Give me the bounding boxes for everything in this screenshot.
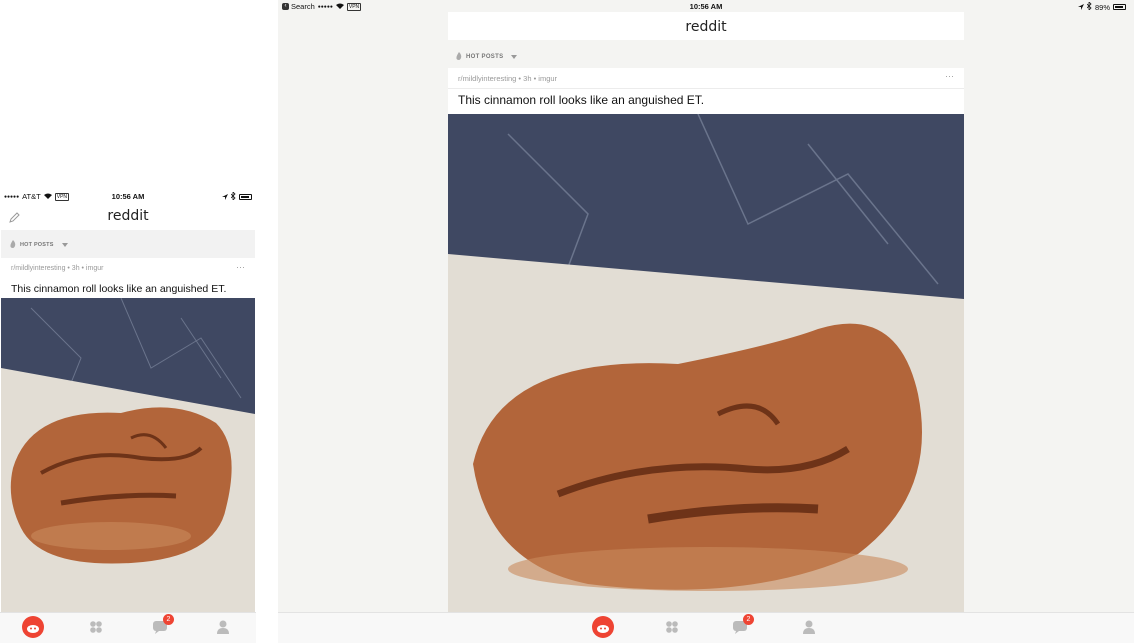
tab-inbox[interactable]: 2 bbox=[148, 614, 174, 639]
profile-icon bbox=[217, 620, 229, 639]
tab-communities[interactable] bbox=[84, 619, 108, 639]
tab-bar: 2 bbox=[0, 612, 256, 643]
sort-label: HOT POSTS bbox=[466, 54, 504, 60]
tab-inbox[interactable]: 2 bbox=[728, 614, 754, 639]
post-meta: r/mildlyinteresting • 3h • imgur ··· bbox=[0, 261, 256, 277]
inbox-badge: 2 bbox=[163, 614, 174, 625]
reddit-alien-icon bbox=[592, 615, 614, 643]
sort-selector[interactable]: HOT POSTS bbox=[1, 230, 255, 258]
nav-bar: reddit bbox=[448, 12, 964, 40]
flame-icon bbox=[10, 240, 16, 250]
tab-home[interactable] bbox=[591, 615, 615, 639]
more-options-icon[interactable]: ··· bbox=[236, 262, 245, 272]
divider bbox=[448, 88, 964, 89]
status-time: 10:56 AM bbox=[111, 192, 145, 201]
bluetooth-icon bbox=[230, 191, 236, 202]
nav-bar: reddit bbox=[0, 204, 256, 230]
post-title[interactable]: This cinnamon roll looks like an anguish… bbox=[458, 93, 704, 107]
post-card: r/mildlyinteresting • 3h • imgur ··· Thi… bbox=[448, 68, 964, 114]
battery-icon bbox=[1113, 4, 1126, 10]
battery-icon bbox=[239, 194, 252, 200]
tab-profile[interactable] bbox=[211, 619, 235, 639]
tab-home[interactable] bbox=[21, 615, 45, 639]
communities-icon bbox=[665, 620, 679, 639]
communities-icon bbox=[89, 620, 103, 639]
app-title: reddit bbox=[685, 19, 727, 35]
app-title: reddit bbox=[107, 208, 149, 224]
tab-bar: 2 bbox=[278, 612, 1134, 643]
chevron-down-icon bbox=[511, 55, 518, 59]
sort-selector[interactable]: HOT POSTS bbox=[448, 44, 964, 66]
reddit-alien-icon bbox=[22, 615, 44, 643]
profile-icon bbox=[803, 620, 815, 639]
tab-profile[interactable] bbox=[797, 619, 821, 639]
inbox-badge: 2 bbox=[743, 614, 754, 625]
location-icon bbox=[1077, 3, 1084, 12]
phone-screenshot: ●●●●● AT&T VPN 10:56 AM reddit HOT POSTS… bbox=[0, 190, 256, 643]
status-bar: ●●●●● AT&T VPN 10:56 AM bbox=[0, 190, 256, 204]
location-icon bbox=[222, 193, 228, 202]
sort-label: HOT POSTS bbox=[20, 242, 54, 248]
post-image[interactable] bbox=[448, 114, 964, 612]
post-subreddit-meta[interactable]: r/mildlyinteresting • 3h • imgur bbox=[11, 265, 103, 272]
battery-percent: 89% bbox=[1094, 2, 1110, 12]
tablet-screenshot: ‹ Search ●●●●● VPN 10:56 AM 89% reddit H… bbox=[278, 0, 1134, 643]
tab-communities[interactable] bbox=[660, 619, 684, 639]
post-image[interactable] bbox=[1, 298, 255, 614]
chevron-down-icon bbox=[61, 243, 68, 247]
bluetooth-icon bbox=[1086, 1, 1092, 12]
content-column: reddit HOT POSTS r/mildlyinteresting • 3… bbox=[448, 0, 964, 643]
flame-icon bbox=[456, 52, 462, 62]
more-options-icon[interactable]: ··· bbox=[945, 71, 954, 81]
post-subreddit-meta[interactable]: r/mildlyinteresting • 3h • imgur bbox=[458, 74, 557, 83]
